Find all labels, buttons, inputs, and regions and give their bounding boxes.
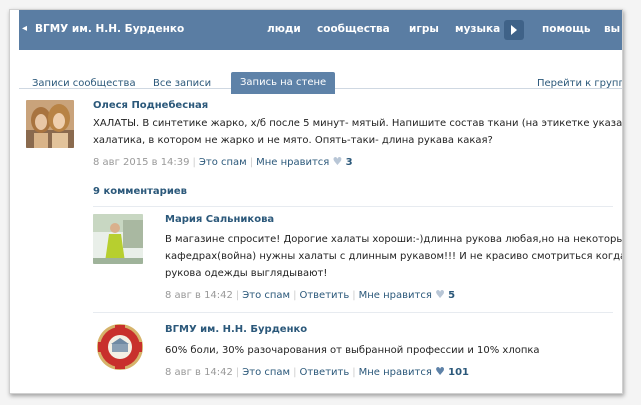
tab-wall-post[interactable]: Запись на стене [231,72,336,94]
avatar[interactable] [26,100,74,148]
comment-author-link[interactable]: ВГМУ им. Н.Н. Бурденко [165,324,307,335]
comments-count-header[interactable]: 9 комментариев [93,186,187,197]
like-link[interactable]: Мне нравится [256,157,329,168]
comment-text-line: 60% боли, 30% разочарования от выбранной… [165,345,540,356]
top-navigation-bar: ◂ ВГМУ им. Н.Н. Бурденко люди сообщества… [19,10,622,50]
comment-meta: 8 авг в 14:42 | Это спам | Ответить | Мне нрав… [165,365,469,378]
comment-item: ВГМУ им. Н.Н. Бурденко 60% боли, 30% раз… [19,312,622,392]
avatar[interactable] [93,214,143,264]
nav-people[interactable]: люди [267,23,301,35]
nav-communities[interactable]: сообщества [317,23,390,35]
comment-text: 60% боли, 30% разочарования от выбранной… [165,342,620,359]
like-count: 5 [448,290,456,301]
comment-item: Мария Сальникова В магазине спросите! До… [19,206,622,306]
post-date[interactable]: 8 авг 2015 в 14:39 [93,157,190,168]
comment-text-line: кафедрах(война) нужны халаты с длинным р… [165,251,623,262]
comment-author-link[interactable]: Мария Сальникова [165,214,274,225]
vk-window: ◂ ВГМУ им. Н.Н. Бурденко люди сообщества… [9,9,623,394]
heart-icon[interactable]: ♥ [333,155,343,168]
like-link[interactable]: Мне нравится [359,367,432,378]
like-count: 101 [448,367,469,378]
heart-icon[interactable]: ♥ [435,288,445,301]
post-meta: 8 авг 2015 в 14:39 | Это спам | Мне нравится… [93,155,353,168]
divider [93,206,613,207]
post-text: ХАЛАТЫ. В синтетике жарко, х/б после 5 м… [93,115,623,149]
like-count: 3 [345,157,353,168]
comment-meta: 8 авг в 14:42 | Это спам | Ответить | Мне нрав… [165,288,456,301]
tab-community-posts[interactable]: Записи сообщества [32,74,136,94]
post-text-line: ХАЛАТЫ. В синтетике жарко, х/б после 5 м… [93,118,623,129]
nav-help[interactable]: помощь [542,23,591,35]
comment-text-line: В магазине спросите! Дорогие халаты хоро… [165,234,623,245]
post-text-line: халатика, в котором не жарко и не мято. … [93,135,493,146]
nav-games[interactable]: игры [409,23,439,35]
back-arrow-icon[interactable]: ◂ [22,23,27,34]
nav-music[interactable]: музыка [455,23,500,35]
wall-tabs: Записи сообщества Все записи Запись на с… [19,50,622,94]
go-to-group-link[interactable]: Перейти к групп [537,74,622,94]
report-spam-link[interactable]: Это спам [242,290,290,301]
comment-text-line: рукова одежды выглядывают! [165,268,328,279]
divider [93,312,613,313]
group-title-link[interactable]: ВГМУ им. Н.Н. Бурденко [35,23,184,35]
heart-icon[interactable]: ♥ [435,365,445,378]
reply-link[interactable]: Ответить [299,290,349,301]
nav-logout[interactable]: вы [604,23,620,35]
report-spam-link[interactable]: Это спам [199,157,247,168]
like-link[interactable]: Мне нравится [359,290,432,301]
chevron-right-icon[interactable] [504,20,524,40]
comment-date[interactable]: 8 авг в 14:42 [165,367,233,378]
report-spam-link[interactable]: Это спам [242,367,290,378]
tab-all-posts[interactable]: Все записи [153,74,211,94]
reply-link[interactable]: Ответить [299,367,349,378]
post-author-link[interactable]: Олеся Поднебесная [93,100,208,111]
comment-text: В магазине спросите! Дорогие халаты хоро… [165,231,623,282]
comment-date[interactable]: 8 авг в 14:42 [165,290,233,301]
university-logo[interactable] [95,322,145,372]
wall-post: Олеся Поднебесная ХАЛАТЫ. В синтетике жа… [19,96,622,186]
